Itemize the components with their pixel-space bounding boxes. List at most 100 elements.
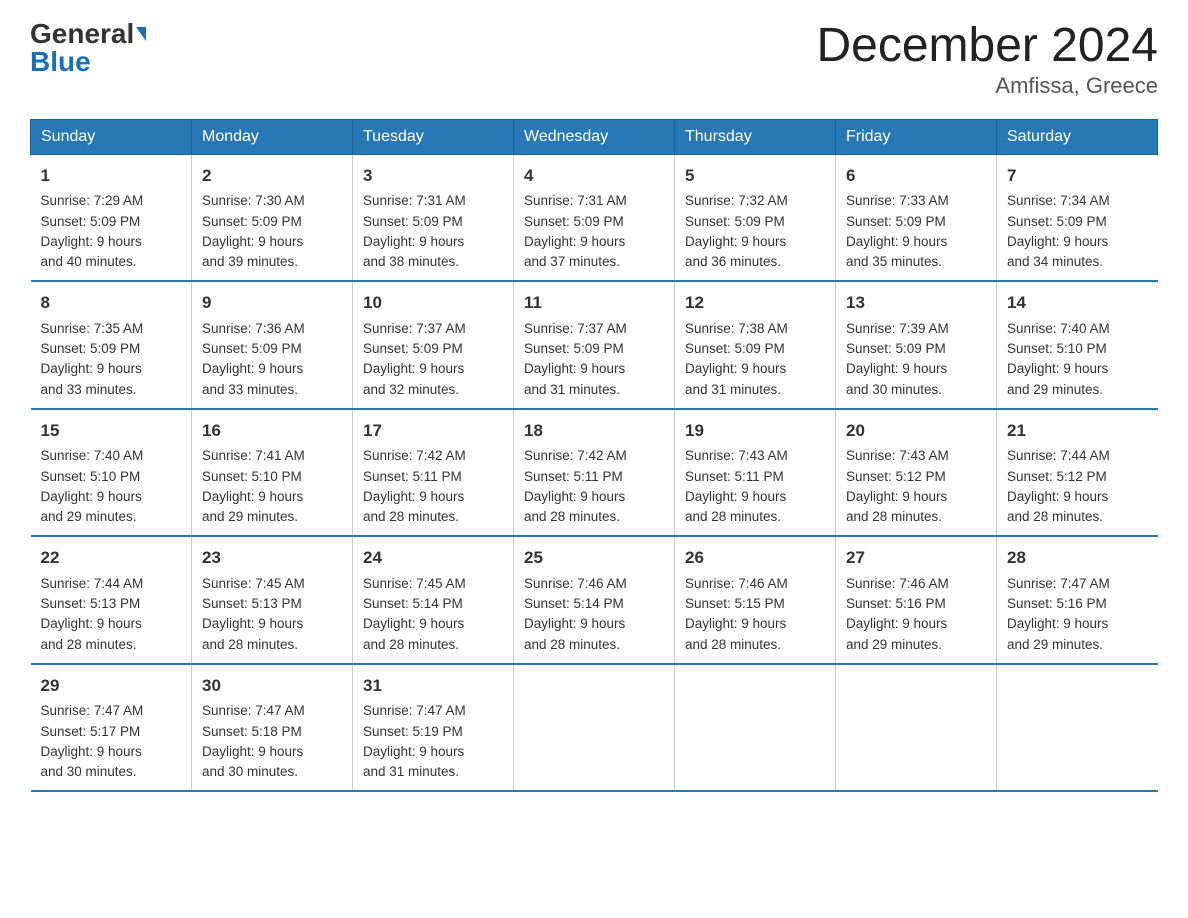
daylight-value: Daylight: 9 hours (685, 489, 786, 504)
daylight-value-2: and 31 minutes. (524, 382, 620, 397)
day-number: 5 (685, 163, 825, 189)
col-saturday: Saturday (997, 119, 1158, 154)
day-number: 25 (524, 545, 664, 571)
sunset-value: Sunset: 5:16 PM (1007, 596, 1107, 611)
daylight-value-2: and 28 minutes. (685, 509, 781, 524)
calendar-cell: 19Sunrise: 7:43 AMSunset: 5:11 PMDayligh… (675, 409, 836, 537)
calendar-week-row: 29 Sunrise: 7:47 AM Sunset: 5:17 PM Dayligh… (31, 664, 1158, 792)
daylight-value-2: and 29 minutes. (1007, 382, 1103, 397)
day-number: 9 (202, 290, 342, 316)
daylight-value-2: and 28 minutes. (363, 509, 459, 524)
page-title: December 2024 (816, 20, 1158, 73)
sunset-value: Sunset: 5:09 PM (363, 214, 463, 229)
sunrise-value: Sunrise: 7:33 AM (846, 193, 949, 208)
sunrise-value: Sunrise: 7:47 AM (1007, 576, 1110, 591)
day-number: 29 (41, 673, 182, 699)
day-number: 14 (1007, 290, 1148, 316)
calendar-week-row: 22Sunrise: 7:44 AMSunset: 5:13 PMDayligh… (31, 536, 1158, 664)
sunset-value: Sunset: 5:09 PM (524, 214, 624, 229)
daylight-value-2: and 28 minutes. (202, 637, 298, 652)
col-friday: Friday (836, 119, 997, 154)
calendar-cell: 1Sunrise: 7:29 AMSunset: 5:09 PMDaylight… (31, 154, 192, 281)
daylight-value: Daylight: 9 hours (685, 361, 786, 376)
sunset-value: Sunset: 5:09 PM (524, 341, 624, 356)
sunset-value: Sunset: 5:14 PM (524, 596, 624, 611)
daylight-value-2: and 33 minutes. (202, 382, 298, 397)
daylight-value-2: and 28 minutes. (363, 637, 459, 652)
calendar-cell: 17Sunrise: 7:42 AMSunset: 5:11 PMDayligh… (353, 409, 514, 537)
daylight-value: Daylight: 9 hours (524, 234, 625, 249)
sunset-value: Sunset: 5:09 PM (363, 341, 463, 356)
sunrise-value: Sunrise: 7:47 AM (363, 703, 466, 718)
daylight-value-2: and 28 minutes. (846, 509, 942, 524)
calendar-cell: 15Sunrise: 7:40 AMSunset: 5:10 PMDayligh… (31, 409, 192, 537)
daylight-value: Daylight: 9 hours (524, 616, 625, 631)
sunset-value: Sunset: 5:12 PM (1007, 469, 1107, 484)
sunset-value: Sunset: 5:09 PM (41, 341, 141, 356)
daylight-value: Daylight: 9 hours (202, 489, 303, 504)
calendar-cell: 23Sunrise: 7:45 AMSunset: 5:13 PMDayligh… (192, 536, 353, 664)
daylight-value: Daylight: 9 hours (41, 234, 142, 249)
daylight-value-2: and 30 minutes. (202, 764, 298, 779)
sunset-value: Sunset: 5:15 PM (685, 596, 785, 611)
col-sunday: Sunday (31, 119, 192, 154)
day-number: 27 (846, 545, 986, 571)
day-number: 1 (41, 163, 182, 189)
day-number: 4 (524, 163, 664, 189)
daylight-value: Daylight: 9 hours (202, 744, 303, 759)
daylight-value-2: and 28 minutes. (41, 637, 137, 652)
day-number: 7 (1007, 163, 1148, 189)
daylight-value-2: and 30 minutes. (846, 382, 942, 397)
calendar-cell (675, 664, 836, 792)
day-number: 23 (202, 545, 342, 571)
day-number: 28 (1007, 545, 1148, 571)
calendar-cell: 22Sunrise: 7:44 AMSunset: 5:13 PMDayligh… (31, 536, 192, 664)
sunset-value: Sunset: 5:09 PM (846, 341, 946, 356)
sunrise-value: Sunrise: 7:40 AM (41, 448, 144, 463)
sunrise-value: Sunrise: 7:45 AM (202, 576, 305, 591)
sunrise-value: Sunrise: 7:46 AM (846, 576, 949, 591)
sunrise-value: Sunrise: 7:29 AM (41, 193, 144, 208)
daylight-value: Daylight: 9 hours (202, 616, 303, 631)
day-number: 17 (363, 418, 503, 444)
daylight-value: Daylight: 9 hours (1007, 361, 1108, 376)
sunrise-value: Sunrise: 7:32 AM (685, 193, 788, 208)
daylight-value-2: and 28 minutes. (524, 509, 620, 524)
calendar-cell (997, 664, 1158, 792)
sunset-value: Sunset: 5:09 PM (685, 214, 785, 229)
daylight-value: Daylight: 9 hours (363, 616, 464, 631)
calendar-cell: 2Sunrise: 7:30 AMSunset: 5:09 PMDaylight… (192, 154, 353, 281)
day-number: 21 (1007, 418, 1148, 444)
sunset-value: Sunset: 5:09 PM (846, 214, 946, 229)
calendar-cell: 9Sunrise: 7:36 AMSunset: 5:09 PMDaylight… (192, 281, 353, 409)
daylight-value: Daylight: 9 hours (41, 489, 142, 504)
day-number: 19 (685, 418, 825, 444)
daylight-value-2: and 37 minutes. (524, 254, 620, 269)
calendar-week-row: 1 Sunrise: 7:29 AM Sunset: 5:09 PM Daylight… (31, 154, 1158, 281)
sunset-value: Sunset: 5:12 PM (846, 469, 946, 484)
daylight-value-2: and 40 minutes. (41, 254, 137, 269)
daylight-value: Daylight: 9 hours (524, 489, 625, 504)
calendar-table: Sunday Monday Tuesday Wednesday Thursday… (30, 119, 1158, 793)
sunrise-value: Sunrise: 7:38 AM (685, 321, 788, 336)
day-number: 12 (685, 290, 825, 316)
daylight-value-2: and 30 minutes. (41, 764, 137, 779)
daylight-value: Daylight: 9 hours (846, 234, 947, 249)
header-row: Sunday Monday Tuesday Wednesday Thursday… (31, 119, 1158, 154)
day-number: 11 (524, 290, 664, 316)
sunset-value: Sunset: 5:17 PM (41, 724, 141, 739)
col-tuesday: Tuesday (353, 119, 514, 154)
day-number: 8 (41, 290, 182, 316)
calendar-cell: 3Sunrise: 7:31 AMSunset: 5:09 PMDaylight… (353, 154, 514, 281)
day-number: 18 (524, 418, 664, 444)
day-number: 30 (202, 673, 342, 699)
daylight-value-2: and 35 minutes. (846, 254, 942, 269)
daylight-value: Daylight: 9 hours (41, 361, 142, 376)
daylight-value: Daylight: 9 hours (1007, 234, 1108, 249)
sunrise-value: Sunrise: 7:30 AM (202, 193, 305, 208)
sunrise-value: Sunrise: 7:46 AM (685, 576, 788, 591)
day-number: 20 (846, 418, 986, 444)
sunrise-value: Sunrise: 7:34 AM (1007, 193, 1110, 208)
sunrise-value: Sunrise: 7:44 AM (1007, 448, 1110, 463)
daylight-value: Daylight: 9 hours (202, 361, 303, 376)
